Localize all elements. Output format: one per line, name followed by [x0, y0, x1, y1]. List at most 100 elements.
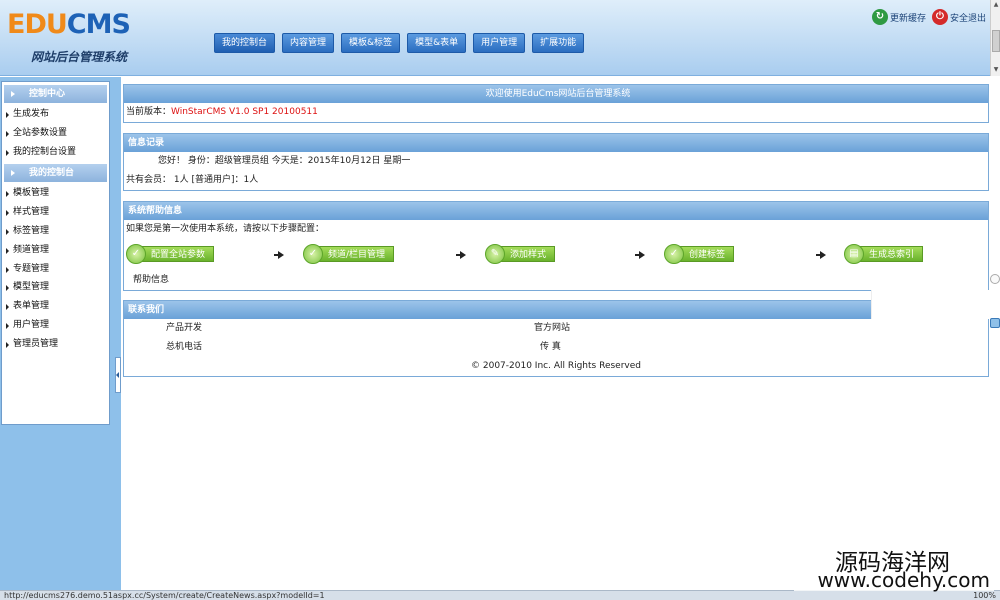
- sidebar-menu: 控制中心 生成发布 全站参数设置 我的控制台设置 我的控制台 模板管理 样式管理…: [1, 81, 110, 425]
- pencil-icon: ✎: [485, 244, 505, 264]
- sidebar-item-models[interactable]: 模型管理: [2, 278, 109, 297]
- step-label: 生成总索引: [860, 246, 924, 262]
- step-label: 频道/栏目管理: [319, 246, 395, 262]
- sidebar-item-admins[interactable]: 管理员管理: [2, 335, 109, 354]
- gear-icon: ✓: [126, 244, 146, 264]
- sidebar-item-topics[interactable]: 专题管理: [2, 260, 109, 279]
- sidebar-collapse-handle[interactable]: [115, 357, 121, 393]
- help-link[interactable]: 帮助信息: [124, 271, 988, 290]
- sidebar-item-label: 标签管理: [13, 225, 50, 236]
- nav-templates-tags[interactable]: 模板&标签: [341, 33, 401, 53]
- bullet-arrow-icon: [6, 191, 9, 198]
- step-label: 创建标签: [680, 246, 735, 262]
- zoom-level[interactable]: 100%: [973, 591, 996, 600]
- bullet-arrow-icon: [6, 228, 9, 235]
- sidebar-item-generate-publish[interactable]: 生成发布: [2, 105, 109, 124]
- greeting-text: 您好！ 身份：超级管理员组 今天是：2015年10月12日 星期一: [158, 156, 411, 166]
- collapse-arrow-icon: [116, 372, 119, 378]
- contact-title: 联系我们: [124, 301, 988, 319]
- sidebar-item-label: 样式管理: [13, 207, 50, 218]
- step-channels[interactable]: ✓ 频道/栏目管理: [303, 243, 395, 265]
- info-panel: 信息记录 您好！ 身份：超级管理员组 今天是：2015年10月12日 星期一 共…: [123, 133, 989, 191]
- logo-cms: CMS: [66, 9, 131, 40]
- watermark: 源码海洋网 www.codehy.com: [794, 543, 994, 592]
- welcome-panel: 欢迎使用EduCms网站后台管理系统 当前版本：WinStarCMS V1.0 …: [123, 84, 989, 123]
- watermark-url: www.codehy.com: [817, 568, 990, 592]
- step-add-style[interactable]: ✎ 添加样式: [485, 243, 556, 265]
- step-generate-index[interactable]: ▤ 生成总索引: [844, 243, 924, 265]
- info-title: 信息记录: [124, 134, 988, 152]
- sidebar-item-label: 模板管理: [13, 188, 50, 199]
- sidebar-item-label: 生成发布: [13, 109, 50, 119]
- step-label: 配置全站参数: [142, 246, 215, 262]
- contact-row: 总机电话 传 真: [124, 338, 988, 357]
- sidebar-item-site-settings[interactable]: 全站参数设置: [2, 124, 109, 143]
- sidebar-item-forms[interactable]: 表单管理: [2, 297, 109, 316]
- float-toggle-icon[interactable]: [990, 274, 1000, 284]
- bullet-arrow-icon: [6, 247, 9, 254]
- status-url: http://educms276.demo.51aspx.cc/System/c…: [4, 591, 325, 600]
- logo-edu: EDU: [7, 9, 68, 40]
- nav-extensions[interactable]: 扩展功能: [532, 33, 585, 53]
- sidebar-item-styles[interactable]: 样式管理: [2, 203, 109, 222]
- bullet-arrow-icon: [6, 130, 9, 137]
- sidebar-item-label: 用户管理: [13, 319, 50, 330]
- step-create-tag[interactable]: ✓ 创建标签: [664, 243, 735, 265]
- bullet-arrow-icon: [6, 285, 9, 292]
- copyright-text: © 2007-2010 Inc. All Rights Reserved: [471, 361, 641, 371]
- document-icon: ▤: [844, 244, 864, 264]
- sidebar-item-console-settings[interactable]: 我的控制台设置: [2, 143, 109, 162]
- sidebar-item-label: 模型管理: [13, 282, 50, 293]
- scroll-thumb[interactable]: [992, 30, 1000, 52]
- scroll-down-icon[interactable]: ▼: [992, 66, 1000, 74]
- phone-label: 总机电话: [166, 342, 203, 352]
- bullet-arrow-icon: [6, 149, 9, 156]
- sidebar-section-title: 我的控制台: [29, 168, 75, 179]
- welcome-title: 欢迎使用EduCms网站后台管理系统: [124, 85, 988, 103]
- logo-subtitle: 网站后台管理系统: [31, 50, 128, 64]
- product-dev-label: 产品开发: [166, 323, 203, 333]
- floating-widget: [871, 290, 990, 319]
- bullet-arrow-icon: [6, 341, 9, 348]
- logout-label: 安全退出: [949, 13, 986, 24]
- nav-my-console[interactable]: 我的控制台: [214, 33, 276, 53]
- sidebar-item-label: 我的控制台设置: [13, 146, 77, 157]
- official-site-label[interactable]: 官方网站: [534, 319, 570, 338]
- sidebar-item-label: 管理员管理: [13, 338, 59, 349]
- header-scrollbar[interactable]: ▲ ▼: [990, 0, 1000, 76]
- step-site-settings[interactable]: ✓ 配置全站参数: [126, 243, 215, 265]
- refresh-icon: ↻: [871, 9, 888, 25]
- top-links: ↻ 更新缓存 ⏻ 安全退出: [866, 9, 986, 25]
- sidebar-item-templates[interactable]: 模板管理: [2, 184, 109, 203]
- refresh-cache-link[interactable]: ↻ 更新缓存: [871, 9, 926, 25]
- copyright-row: © 2007-2010 Inc. All Rights Reserved: [124, 357, 988, 376]
- members-text: 共有会员： 1人 [普通用户]：1人: [126, 175, 259, 185]
- bullet-arrow-icon: [6, 266, 9, 273]
- help-intro: 如果您是第一次使用本系统，请按以下步骤配置：: [126, 224, 325, 234]
- tag-icon: ✓: [664, 244, 684, 264]
- arrow-right-icon: [635, 251, 645, 259]
- header-bar: EDUCMS 网站后台管理系统 我的控制台 内容管理 模板&标签 模型&表单 用…: [0, 0, 990, 76]
- folder-icon: ✓: [303, 244, 323, 264]
- float-scroll-icon[interactable]: [990, 318, 1000, 328]
- sidebar-item-tags[interactable]: 标签管理: [2, 222, 109, 241]
- sidebar-item-users[interactable]: 用户管理: [2, 316, 109, 335]
- nav-content[interactable]: 内容管理: [282, 33, 335, 53]
- arrow-right-icon: [274, 251, 284, 259]
- scroll-up-icon[interactable]: ▲: [992, 1, 1000, 9]
- nav-users[interactable]: 用户管理: [473, 33, 526, 53]
- sidebar-section-my-console[interactable]: 我的控制台: [4, 164, 107, 183]
- sidebar-section-control-center[interactable]: 控制中心: [4, 85, 107, 103]
- sidebar-item-label: 频道管理: [13, 244, 50, 255]
- sidebar-item-channels[interactable]: 频道管理: [2, 241, 109, 260]
- sidebar-item-label: 专题管理: [13, 263, 50, 274]
- nav-models-forms[interactable]: 模型&表单: [407, 33, 467, 53]
- expand-arrow-icon: [11, 170, 15, 177]
- bullet-arrow-icon: [6, 210, 9, 217]
- top-nav: 我的控制台 内容管理 模板&标签 模型&表单 用户管理 扩展功能: [214, 33, 591, 53]
- sidebar-item-label: 表单管理: [13, 301, 50, 312]
- version-value: WinStarCMS V1.0 SP1 20100511: [171, 107, 318, 117]
- version-label: 当前版本：: [126, 107, 172, 117]
- logout-link[interactable]: ⏻ 安全退出: [931, 9, 986, 25]
- power-icon: ⏻: [931, 9, 948, 25]
